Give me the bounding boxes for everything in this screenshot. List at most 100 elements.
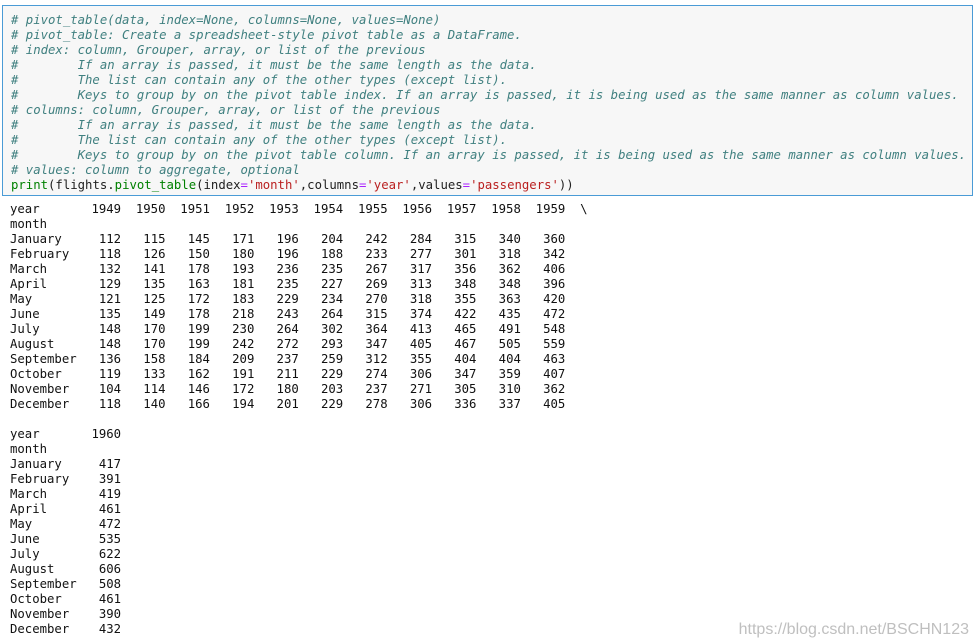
passenger-value: 133 <box>121 367 166 381</box>
month-label: November <box>10 607 85 621</box>
code-token: )) <box>558 178 574 192</box>
passenger-value: 235 <box>254 277 299 291</box>
passenger-value: 364 <box>343 322 388 336</box>
passenger-value: 417 <box>84 457 122 471</box>
table-row: March 132 141 178 193 236 235 267 317 35… <box>10 262 565 277</box>
passenger-value: 310 <box>476 382 521 396</box>
print-statement-line: print(flights.pivot_table(index='month',… <box>11 178 574 193</box>
passenger-value: 150 <box>165 247 210 261</box>
passenger-value: 413 <box>387 322 433 336</box>
table-row: January 112 115 145 171 196 204 242 284 … <box>10 232 565 247</box>
passenger-value: 467 <box>432 337 477 351</box>
passenger-value: 229 <box>298 367 344 381</box>
table-header-row: year 1960 <box>10 427 121 442</box>
passenger-value: 293 <box>298 337 344 351</box>
passenger-value: 267 <box>343 262 388 276</box>
month-label: May <box>10 517 85 531</box>
passenger-value: 183 <box>209 292 255 306</box>
code-comment-line: # Keys to group by on the pivot table in… <box>11 88 959 102</box>
code-comment-line: # If an array is passed, it must be the … <box>11 118 537 132</box>
year-header: 1949 <box>91 202 122 216</box>
table-row: November 104 114 146 172 180 203 237 271… <box>10 382 565 397</box>
columns-label: year <box>10 202 92 216</box>
passenger-value: 209 <box>209 352 255 366</box>
table-row: July 622 <box>10 547 121 562</box>
code-input-cell[interactable]: # pivot_table(data, index=None, columns=… <box>2 5 973 196</box>
passenger-value: 472 <box>520 307 566 321</box>
passenger-value: 548 <box>520 322 566 336</box>
passenger-value: 363 <box>476 292 521 306</box>
month-label: April <box>10 277 85 291</box>
passenger-value: 193 <box>209 262 255 276</box>
passenger-value: 196 <box>254 247 299 261</box>
passenger-value: 306 <box>387 397 433 411</box>
passenger-value: 348 <box>476 277 521 291</box>
passenger-value: 204 <box>298 232 344 246</box>
code-token: print <box>11 178 49 192</box>
month-label: April <box>10 502 85 516</box>
passenger-value: 390 <box>84 607 122 621</box>
passenger-value: 149 <box>121 307 166 321</box>
code-comment-line: # columns: column, Grouper, array, or li… <box>11 103 441 117</box>
passenger-value: 229 <box>298 397 344 411</box>
year-header: 1955 <box>343 202 388 216</box>
code-token: ,columns <box>299 178 359 192</box>
table-row: September 136 158 184 209 237 259 312 35… <box>10 352 565 367</box>
passenger-value: 472 <box>84 517 122 531</box>
passenger-value: 342 <box>520 247 566 261</box>
passenger-value: 172 <box>209 382 255 396</box>
year-header: 1959 <box>520 202 566 216</box>
passenger-value: 126 <box>121 247 166 261</box>
passenger-value: 463 <box>520 352 566 366</box>
passenger-value: 340 <box>476 232 521 246</box>
table-row: June 535 <box>10 532 121 547</box>
passenger-value: 233 <box>343 247 388 261</box>
table-row: August 148 170 199 242 272 293 347 405 4… <box>10 337 565 352</box>
passenger-value: 163 <box>165 277 210 291</box>
passenger-value: 136 <box>84 352 122 366</box>
month-label: October <box>10 367 85 381</box>
passenger-value: 180 <box>209 247 255 261</box>
code-token: 'month' <box>247 178 300 192</box>
passenger-value: 405 <box>520 397 566 411</box>
month-label: March <box>10 487 85 501</box>
index-label-row: month <box>10 217 47 232</box>
passenger-value: 148 <box>84 322 122 336</box>
passenger-value: 237 <box>343 382 388 396</box>
passenger-value: 348 <box>432 277 477 291</box>
table-row: February 391 <box>10 472 121 487</box>
passenger-value: 465 <box>432 322 477 336</box>
table-row: October 461 <box>10 592 121 607</box>
table-row: April 461 <box>10 502 121 517</box>
passenger-value: 396 <box>520 277 566 291</box>
month-label: October <box>10 592 85 606</box>
passenger-value: 243 <box>254 307 299 321</box>
table-row: May 472 <box>10 517 121 532</box>
month-label: December <box>10 622 85 636</box>
passenger-value: 362 <box>520 382 566 396</box>
month-label: June <box>10 532 85 546</box>
code-comment-line: # index: column, Grouper, array, or list… <box>11 43 426 57</box>
code-token: (flights. <box>48 178 115 192</box>
table-row: July 148 170 199 230 264 302 364 413 465… <box>10 322 565 337</box>
table-row: December 118 140 166 194 201 229 278 306… <box>10 397 565 412</box>
passenger-value: 318 <box>387 292 433 306</box>
passenger-value: 112 <box>84 232 122 246</box>
passenger-value: 140 <box>121 397 166 411</box>
passenger-value: 362 <box>476 262 521 276</box>
passenger-value: 422 <box>432 307 477 321</box>
table-row: April 129 135 163 181 235 227 269 313 34… <box>10 277 565 292</box>
passenger-value: 135 <box>84 307 122 321</box>
passenger-value: 461 <box>84 592 122 606</box>
code-token: pivot_table <box>114 178 197 192</box>
passenger-value: 432 <box>84 622 122 636</box>
passenger-value: 391 <box>84 472 122 486</box>
watermark: https://blog.csdn.net/BSCHN123 <box>738 621 969 638</box>
passenger-value: 148 <box>84 337 122 351</box>
passenger-value: 229 <box>254 292 299 306</box>
passenger-value: 141 <box>121 262 166 276</box>
passenger-value: 129 <box>84 277 122 291</box>
year-header: 1950 <box>121 202 166 216</box>
month-label: November <box>10 382 85 396</box>
year-header: 1957 <box>432 202 477 216</box>
